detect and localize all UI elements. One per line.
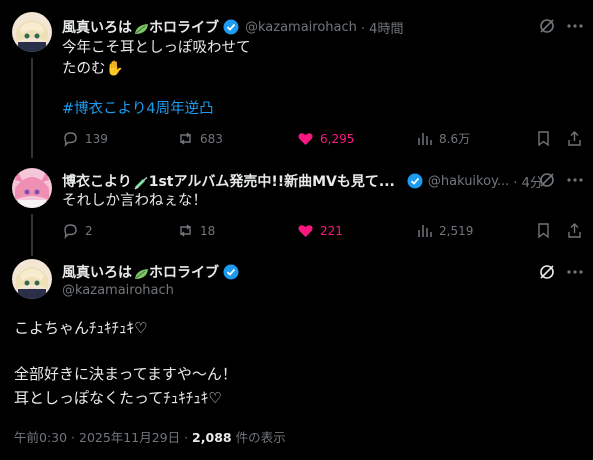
post3-text-line1: こよちゃんﾁｭｷﾁｭｷ♡ <box>14 319 148 337</box>
like-icon <box>298 225 313 237</box>
view-count: 2,088 <box>192 430 232 445</box>
more-icon[interactable] <box>566 263 584 285</box>
views-count: 8.6万 <box>439 132 471 146</box>
thread-line <box>31 58 33 158</box>
post3-text-line2: 全部好きに決まってますや〜ん！ <box>14 365 237 383</box>
like-count: 6,295 <box>320 131 355 146</box>
repost-count: 18 <box>200 223 216 238</box>
repost-button[interactable]: 18 <box>177 222 215 239</box>
share-icon <box>568 131 581 146</box>
reply-icon <box>64 224 77 239</box>
post1-text-line1: 今年こそ耳としっぽ吸わせて <box>62 40 251 56</box>
post2-header: 博衣こより 1stアルバム発売中!!新曲MVも見て... @hakuikoy..… <box>62 171 543 191</box>
author-name[interactable]: 風真いろは <box>62 17 132 37</box>
syringe-icon <box>134 175 149 190</box>
share-button[interactable] <box>566 130 583 147</box>
reply-count: 2 <box>85 223 93 238</box>
author-handle[interactable]: @hakuikoy... <box>428 174 509 189</box>
post-timestamp[interactable]: 午前0:30 · 2025年11月29日 · <box>14 430 188 445</box>
more-icon[interactable] <box>566 171 584 193</box>
bookmark-button[interactable] <box>535 222 552 239</box>
author-suffix[interactable]: 1stアルバム発売中!!新曲MVも見て... <box>149 171 395 191</box>
author-name[interactable]: 博衣こより <box>62 171 132 191</box>
grok-icon[interactable] <box>538 263 556 285</box>
repost-button[interactable]: 683 <box>177 130 223 147</box>
views-icon <box>418 133 432 145</box>
repost-icon <box>180 224 191 237</box>
views-count: 2,519 <box>439 223 474 238</box>
reply-count: 139 <box>85 131 108 146</box>
post2-text-line1: それしか言わねぇな！ <box>62 193 207 209</box>
post1-text-line2: たのむ✋ <box>62 61 124 77</box>
author-handle[interactable]: @kazamairohach <box>245 20 357 35</box>
post3-text-line3: 耳としっぽなくたってﾁｭｷﾁｭｷ♡ <box>14 389 222 407</box>
verified-icon <box>407 173 423 189</box>
verified-icon <box>223 264 239 280</box>
more-icon[interactable] <box>566 17 584 39</box>
avatar-iroha[interactable] <box>12 12 52 52</box>
avatar-koyori[interactable] <box>12 168 52 208</box>
like-button[interactable]: 6,295 <box>297 130 354 147</box>
views-button[interactable]: 8.6万 <box>416 130 470 147</box>
share-icon <box>568 223 581 238</box>
post3-header: 風真いろは ホロライブ <box>62 262 239 282</box>
repost-icon <box>180 132 191 145</box>
share-button[interactable] <box>566 222 583 239</box>
grok-icon[interactable] <box>538 17 556 39</box>
like-count: 221 <box>320 223 343 238</box>
verified-icon <box>223 19 239 35</box>
views-button[interactable]: 2,519 <box>416 222 473 239</box>
reply-button[interactable]: 2 <box>62 222 93 239</box>
author-name[interactable]: 風真いろは <box>62 262 132 282</box>
author-handle[interactable]: @kazamairohach <box>62 283 174 298</box>
thread-line-2 <box>31 214 33 256</box>
views-icon <box>418 225 432 237</box>
post3-meta: 午前0:30 · 2025年11月29日 · 2,088 件の表示 <box>14 427 286 446</box>
avatar-iroha[interactable] <box>12 259 52 299</box>
like-icon <box>298 133 313 145</box>
post-time[interactable]: · 4時間 <box>361 18 404 37</box>
view-label: 件の表示 <box>235 430 286 445</box>
hashtag-link[interactable]: #博衣こより4周年逆凸 <box>62 97 214 118</box>
author-suffix[interactable]: ホロライブ <box>149 262 219 282</box>
post1-header: 風真いろは ホロライブ @kazamairohach · 4時間 <box>62 17 403 37</box>
leaf-icon <box>134 21 149 34</box>
like-button[interactable]: 221 <box>297 222 343 239</box>
leaf-icon <box>134 266 149 279</box>
bookmark-button[interactable] <box>535 130 552 147</box>
repost-count: 683 <box>200 131 223 146</box>
author-suffix[interactable]: ホロライブ <box>149 17 219 37</box>
bookmark-icon <box>538 131 549 147</box>
grok-icon[interactable] <box>538 171 556 193</box>
reply-icon <box>64 132 77 147</box>
bookmark-icon <box>538 223 549 239</box>
reply-button[interactable]: 139 <box>62 130 108 147</box>
